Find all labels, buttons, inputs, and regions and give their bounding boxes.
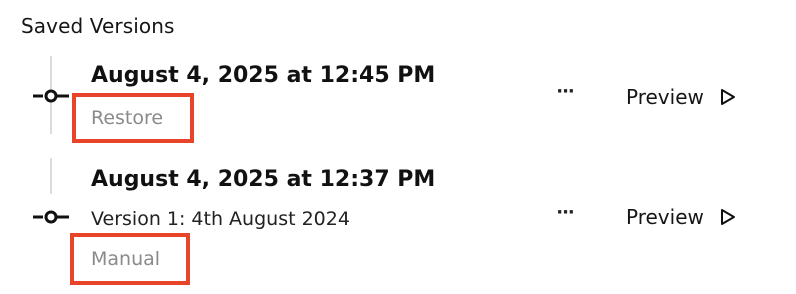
preview-label: Preview xyxy=(626,205,704,229)
commit-node-icon xyxy=(33,210,69,224)
more-options-button[interactable]: ··· xyxy=(550,83,580,110)
preview-button[interactable]: Preview xyxy=(626,203,736,231)
highlight-box xyxy=(72,93,194,143)
play-icon xyxy=(720,209,735,225)
version-timestamp: August 4, 2025 at 12:37 PM xyxy=(91,167,436,192)
play-icon xyxy=(720,89,735,105)
preview-label: Preview xyxy=(626,85,704,109)
highlight-box xyxy=(70,233,190,285)
panel-title: Saved Versions xyxy=(21,14,175,38)
commit-node-icon xyxy=(33,89,69,103)
preview-button[interactable]: Preview xyxy=(626,83,736,111)
version-description: Version 1: 4th August 2024 xyxy=(91,208,350,230)
timeline-connector xyxy=(50,158,52,194)
more-options-button[interactable]: ··· xyxy=(550,204,580,231)
version-timestamp: August 4, 2025 at 12:45 PM xyxy=(91,63,436,88)
